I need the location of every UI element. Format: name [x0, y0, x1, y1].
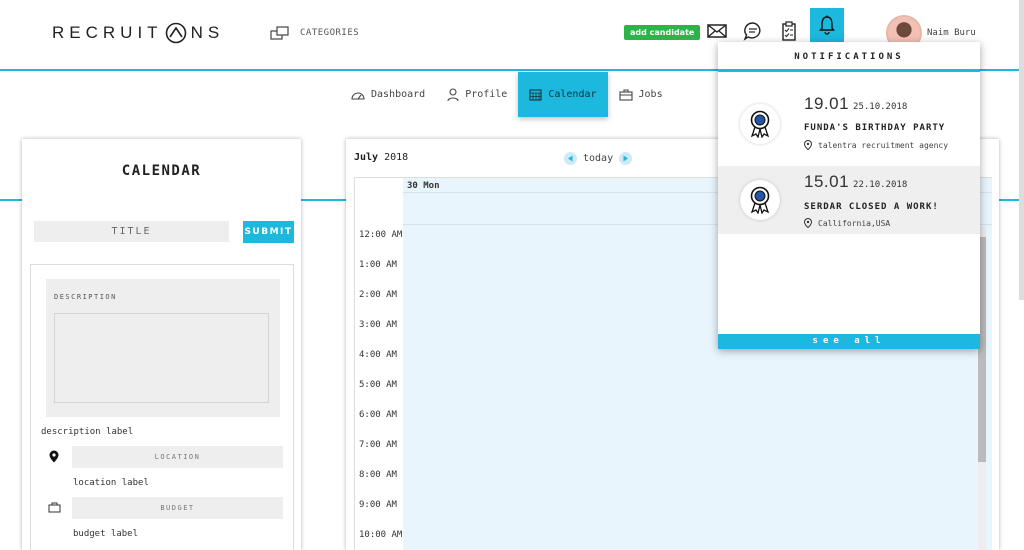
add-candidate-button[interactable]: add candidate — [624, 25, 701, 40]
chat-icon[interactable] — [742, 20, 764, 42]
budget-input[interactable]: BUDGET — [72, 497, 283, 519]
description-textarea[interactable] — [54, 313, 269, 403]
bell-icon — [819, 15, 835, 35]
nav-label-jobs: Jobs — [638, 89, 663, 100]
description-heading: DESCRIPTION — [54, 293, 117, 301]
prev-day-button[interactable] — [564, 152, 577, 165]
location-pin-icon — [47, 449, 61, 463]
time-slot-label: 5:00 AM — [359, 380, 397, 390]
notification-date-big: 19.01 — [804, 94, 850, 113]
panel-title: CALENDAR — [121, 163, 202, 179]
time-slot-label: 9:00 AM — [359, 500, 397, 510]
description-label: description label — [41, 427, 134, 437]
submit-button[interactable]: SUBMIT — [243, 221, 294, 243]
nav-label-profile: Profile — [465, 89, 508, 100]
notifications-dropdown: NOTIFICATIONS 19.01 25.10.2018 FUNDA'S BI… — [718, 42, 980, 349]
time-slot-label: 3:00 AM — [359, 320, 397, 330]
notification-date-big: 15.01 — [804, 172, 850, 191]
time-slot-label: 2:00 AM — [359, 290, 397, 300]
title-input[interactable]: TITLE — [34, 221, 229, 242]
logo-text-left: RECRUIT — [52, 23, 163, 42]
profile-icon — [447, 87, 459, 101]
notification-date: 19.01 25.10.2018 — [804, 94, 907, 114]
see-all-button[interactable]: see all — [718, 334, 980, 349]
calendar-icon — [529, 89, 542, 101]
nav-label-calendar: Calendar — [548, 89, 597, 100]
logo-mark-icon — [165, 22, 186, 44]
today-button[interactable]: today — [583, 153, 613, 164]
page-scrollbar[interactable] — [1019, 0, 1024, 300]
location-pin-icon — [804, 218, 812, 228]
year-label: 2018 — [384, 152, 409, 163]
today-navigation: today — [564, 152, 633, 165]
briefcase-icon — [618, 89, 633, 101]
nav-item-calendar[interactable]: Calendar — [518, 72, 608, 117]
nav-item-profile[interactable]: Profile — [436, 72, 518, 117]
notification-date-small: 25.10.2018 — [853, 102, 908, 112]
arrow-left-icon — [568, 155, 573, 162]
time-slot-label: 12:00 AM — [359, 230, 403, 240]
time-slot-label: 6:00 AM — [359, 410, 397, 420]
mail-icon[interactable] — [706, 20, 728, 42]
award-ribbon-icon — [740, 180, 780, 220]
time-slot-label: 8:00 AM — [359, 470, 397, 480]
nav-item-dashboard[interactable]: Dashboard — [340, 72, 436, 117]
logo[interactable]: RECRUIT NS — [52, 22, 224, 44]
time-slot-label: 7:00 AM — [359, 440, 397, 450]
notification-location-text: Callifornia,USA — [818, 218, 891, 228]
location-input[interactable]: LOCATION — [72, 446, 283, 468]
time-slot-label: 4:00 AM — [359, 350, 397, 360]
notification-location: talentra recruitment agency — [804, 140, 948, 150]
nav-label-dashboard: Dashboard — [371, 89, 426, 100]
notification-location-text: talentra recruitment agency — [818, 140, 949, 150]
notification-title: SERDAR CLOSED A WORK! — [804, 202, 939, 212]
notifications-heading: NOTIFICATIONS — [718, 42, 980, 72]
main-nav: Dashboard Profile Calendar Jobs — [340, 72, 674, 117]
award-ribbon-icon — [740, 104, 780, 144]
user-name[interactable]: Naim Buru — [927, 28, 976, 38]
clipboard-icon[interactable] — [778, 20, 800, 42]
notification-date-small: 22.10.2018 — [853, 180, 908, 190]
categories-menu[interactable]: CATEGORIES — [270, 26, 359, 40]
notification-location: Callifornia,USA — [804, 218, 890, 228]
logo-text-right: NS — [190, 23, 225, 42]
categories-icon — [270, 26, 289, 40]
categories-label: CATEGORIES — [300, 28, 360, 38]
budget-icon — [47, 500, 61, 514]
notification-title: FUNDA'S BIRTHDAY PARTY — [804, 123, 946, 133]
location-label: location label — [73, 478, 149, 488]
time-slot-label: 1:00 AM — [359, 260, 397, 270]
calendar-form-panel: CALENDAR TITLE SUBMIT DESCRIPTION descri… — [22, 139, 301, 550]
next-day-button[interactable] — [619, 152, 633, 165]
month-year-label: July 2018 — [354, 152, 408, 163]
month-label: July — [354, 152, 379, 163]
time-column: 12:00 AM 1:00 AM 2:00 AM 3:00 AM 4:00 AM 5:00… — [355, 225, 403, 550]
time-slot-label: 10:00 AM — [359, 530, 403, 540]
budget-label: budget label — [73, 529, 139, 539]
dashboard-icon — [351, 91, 365, 100]
day-label[interactable]: 30 Mon — [407, 181, 440, 191]
notifications-bell-button[interactable] — [810, 8, 844, 42]
notification-item[interactable]: 15.01 22.10.2018 SERDAR CLOSED A WORK! Ca… — [718, 166, 980, 234]
notification-date: 15.01 22.10.2018 — [804, 172, 907, 192]
arrow-right-icon — [623, 155, 629, 162]
location-pin-icon — [804, 140, 812, 150]
nav-item-jobs[interactable]: Jobs — [608, 72, 674, 117]
notification-item[interactable]: 19.01 25.10.2018 FUNDA'S BIRTHDAY PARTY t… — [718, 90, 980, 158]
